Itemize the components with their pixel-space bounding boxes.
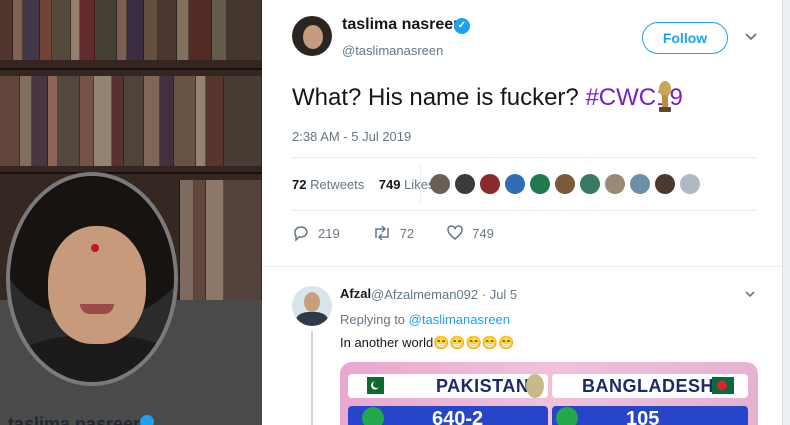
tweet-text: What? His name is fucker? #CWC19: [292, 84, 683, 112]
reply-icon: [294, 226, 308, 242]
reply-action[interactable]: 219: [292, 224, 340, 242]
pakistan-flag-icon: [362, 377, 384, 394]
liker-avatar[interactable]: [480, 174, 500, 194]
team1-score: 640-2: [432, 408, 484, 425]
tweet-actions: 219 72 749: [292, 224, 526, 242]
reply-count: 219: [318, 225, 340, 241]
divider: [420, 165, 421, 203]
divider: [292, 157, 757, 158]
tweet-body: What? His name is fucker?: [292, 84, 586, 111]
tweet-detail: taslima nasreen ✓ @taslimanasreen Follow…: [262, 0, 782, 425]
chevron-down-icon[interactable]: [744, 30, 758, 44]
reply-text: In another world😁😁😁😁😁: [340, 335, 515, 350]
like-action[interactable]: 749: [446, 224, 494, 242]
retweet-action[interactable]: 72: [372, 224, 414, 242]
like-count: 749: [472, 225, 494, 241]
reply-media-image[interactable]: PAKISTAN BANGLADESH 640-2 105: [340, 362, 758, 425]
replying-to-link[interactable]: @taslimanasreen: [409, 312, 510, 327]
verified-icon: ✓: [454, 18, 470, 34]
author-handle[interactable]: @taslimanasreen: [342, 43, 443, 58]
liker-avatar[interactable]: [455, 174, 475, 194]
author-avatar[interactable]: [292, 16, 332, 56]
profile-background-panel: taslima nasreen: [0, 0, 262, 425]
trophy-icon: [659, 81, 671, 112]
team2-score: 105: [626, 408, 660, 425]
bat-icon: [362, 407, 384, 425]
liker-avatar[interactable]: [680, 174, 700, 194]
bat-icon: [556, 407, 578, 425]
verified-icon: [140, 415, 154, 425]
reply-handle-date[interactable]: @Afzalmeman092 · Jul 5: [371, 287, 517, 302]
liker-avatar[interactable]: [430, 174, 450, 194]
profile-avatar-large[interactable]: [6, 172, 178, 386]
retweets-stat[interactable]: 72 Retweets: [292, 177, 364, 192]
chevron-down-icon[interactable]: [744, 288, 756, 300]
author-name[interactable]: taslima nasreen: [342, 16, 463, 34]
retweet-icon: [374, 225, 389, 241]
reply-author-name[interactable]: Afzal: [340, 286, 371, 301]
tweet-stats: 72 Retweets 749 Likes: [292, 177, 434, 192]
tweet-timestamp[interactable]: 2:38 AM - 5 Jul 2019: [292, 129, 411, 144]
team1-name: PAKISTAN: [436, 376, 530, 396]
liker-avatar[interactable]: [580, 174, 600, 194]
scrollbar[interactable]: [782, 0, 790, 425]
reply-author-avatar[interactable]: [292, 286, 332, 326]
trophy-icon: [526, 374, 544, 398]
replying-to: Replying to @taslimanasreen: [340, 312, 511, 327]
team2-name: BANGLADESH: [582, 376, 715, 396]
heart-icon: [447, 225, 463, 240]
profile-name[interactable]: taslima nasreen: [8, 414, 144, 425]
liker-avatar[interactable]: [655, 174, 675, 194]
likes-stat[interactable]: 749 Likes: [379, 177, 435, 192]
liker-avatar[interactable]: [630, 174, 650, 194]
liker-avatar[interactable]: [505, 174, 525, 194]
liker-avatar[interactable]: [555, 174, 575, 194]
liker-avatars: [430, 174, 705, 194]
thread-line: [311, 331, 313, 425]
retweet-count: 72: [399, 225, 415, 241]
liker-avatar[interactable]: [605, 174, 625, 194]
divider: [262, 266, 782, 267]
divider: [292, 210, 757, 211]
bangladesh-flag-icon: [712, 377, 734, 394]
follow-button[interactable]: Follow: [642, 22, 728, 54]
liker-avatar[interactable]: [530, 174, 550, 194]
